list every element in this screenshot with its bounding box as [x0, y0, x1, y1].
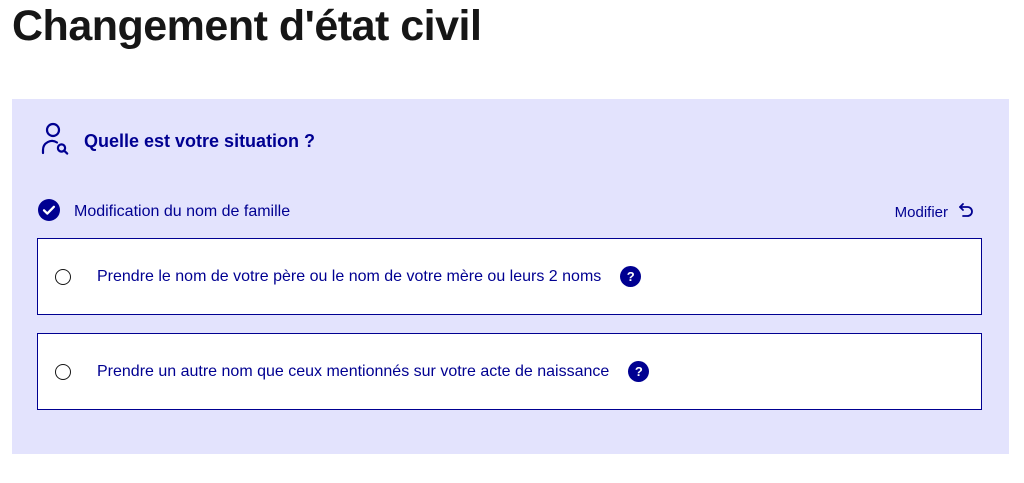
undo-arrow-icon — [958, 202, 974, 222]
check-circle-icon — [38, 198, 60, 226]
radio-button[interactable] — [55, 363, 71, 380]
user-search-icon — [40, 122, 70, 161]
selected-choice-label: Modification du nom de famille — [74, 203, 291, 220]
modify-button[interactable]: Modifier — [895, 202, 974, 222]
section-title: Quelle est votre situation ? — [84, 130, 316, 151]
section-header: Quelle est votre situation ? — [40, 122, 316, 161]
help-icon[interactable]: ? — [620, 266, 642, 287]
page-title: Changement d'état civil — [12, 2, 482, 50]
option-parent-name[interactable]: Prendre le nom de votre père ou le nom d… — [37, 238, 982, 315]
selected-choice-row: Modification du nom de famille Modifier — [38, 198, 974, 226]
radio-button[interactable] — [55, 268, 71, 285]
modify-button-label: Modifier — [894, 203, 948, 221]
situation-panel: Quelle est votre situation ? Modificatio… — [12, 99, 1009, 454]
option-other-name[interactable]: Prendre un autre nom que ceux mentionnés… — [37, 333, 982, 410]
help-icon[interactable]: ? — [628, 361, 650, 382]
option-label: Prendre un autre nom que ceux mentionnés… — [97, 362, 610, 380]
option-label: Prendre le nom de votre père ou le nom d… — [97, 267, 602, 285]
